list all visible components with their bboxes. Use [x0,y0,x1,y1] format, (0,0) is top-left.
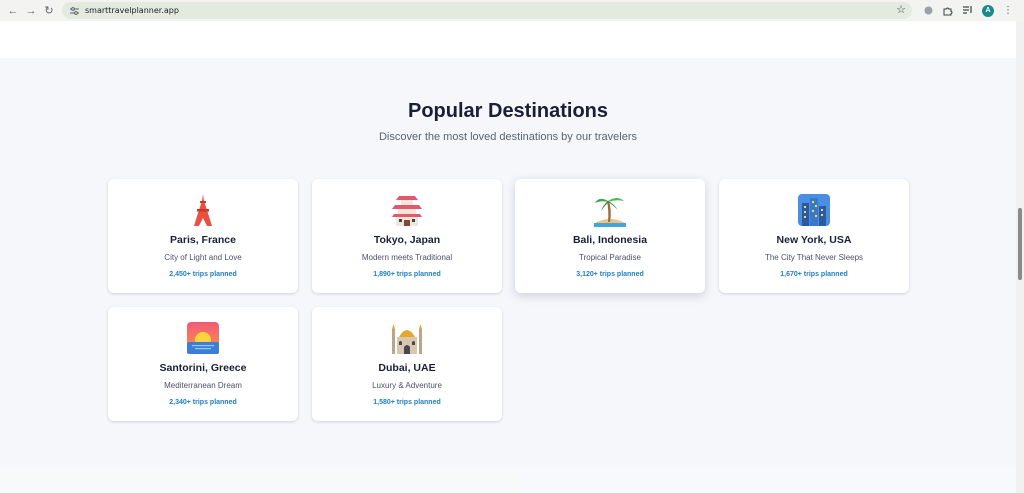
destination-card-bali[interactable]: Bali, Indonesia Tropical Paradise 3,120+… [515,179,705,293]
destination-card-new-york[interactable]: New York, USA The City That Never Sleeps… [719,179,909,293]
trips-count: 1,580+ trips planned [373,399,441,406]
trips-count: 2,340+ trips planned [169,399,237,406]
destination-card-dubai[interactable]: Dubai, UAE Luxury & Adventure 1,580+ tri… [312,307,502,421]
japanese-castle-icon [390,193,424,227]
destination-tagline: The City That Never Sleeps [764,253,864,262]
mosque-icon [390,321,424,355]
sunset-icon [186,321,220,355]
menu-kebab-icon[interactable]: ⋮ [998,0,1018,21]
cityscape-icon [797,193,831,227]
forward-arrow-icon[interactable]: → [22,2,40,20]
browser-actions: A ⋮ [918,0,1018,21]
trips-count: 3,120+ trips planned [576,271,644,278]
extensions-puzzle-icon[interactable] [938,0,958,21]
profile-avatar[interactable]: A [978,0,998,21]
url-text[interactable]: smarttravelplanner.app [85,6,179,15]
destination-card-tokyo[interactable]: Tokyo, Japan Modern meets Traditional 1,… [312,179,502,293]
back-arrow-icon[interactable]: ← [4,2,22,20]
site-info-icon[interactable] [66,4,82,18]
destination-tagline: Mediterranean Dream [164,381,242,390]
destination-name: Santorini, Greece [159,362,247,374]
bookmark-star-icon[interactable]: ☆ [896,3,906,16]
destination-name: Paris, France [170,234,236,246]
palm-island-icon [593,193,627,227]
eiffel-tower-icon [186,193,220,227]
destination-tagline: Tropical Paradise [579,253,641,262]
destination-tagline: City of Light and Love [164,253,242,262]
avatar[interactable]: A [982,4,994,17]
destination-card-santorini[interactable]: Santorini, Greece Mediterranean Dream 2,… [108,307,298,421]
scrollbar-thumb[interactable] [1018,208,1022,280]
page-top-area [0,21,1016,58]
reload-icon[interactable]: ↻ [40,2,58,20]
section-title: Popular Destinations [407,100,609,122]
extension-record-icon[interactable] [918,0,938,21]
destination-name: Tokyo, Japan [373,234,441,246]
next-section-left [0,465,520,493]
destination-name: New York, USA [776,234,852,246]
trips-count: 1,670+ trips planned [780,271,848,278]
trips-count: 1,890+ trips planned [373,271,441,278]
address-bar[interactable]: smarttravelplanner.app ☆ [62,2,912,19]
destination-card-paris[interactable]: Paris, France City of Light and Love 2,4… [108,179,298,293]
destination-tagline: Modern meets Traditional [361,253,453,262]
destination-tagline: Luxury & Adventure [372,381,442,390]
section-subtitle: Discover the most loved destinations by … [378,131,637,143]
trips-count: 2,450+ trips planned [169,271,237,278]
destination-name: Dubai, UAE [378,362,436,374]
media-controls-icon[interactable] [958,0,978,21]
destination-name: Bali, Indonesia [572,234,648,246]
